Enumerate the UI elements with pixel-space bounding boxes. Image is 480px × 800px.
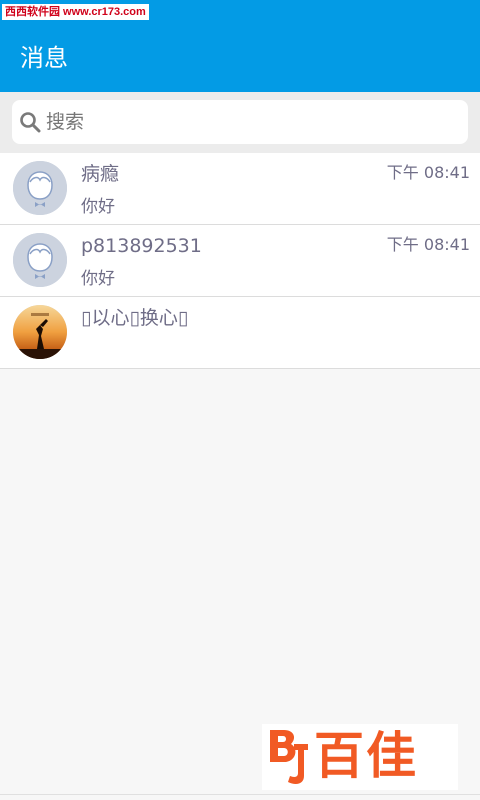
conversation-item[interactable]: p813892531 下午 08:41 你好 bbox=[0, 225, 480, 297]
default-avatar-icon bbox=[13, 233, 67, 287]
bottom-divider bbox=[0, 794, 480, 795]
contact-name: 病瘾 bbox=[81, 163, 120, 185]
search-box[interactable] bbox=[12, 100, 468, 144]
app-bar: 消息 bbox=[0, 24, 480, 92]
default-avatar-icon bbox=[13, 161, 67, 215]
conversation-list: 病瘾 下午 08:41 你好 p813892531 下午 08:41 你好 ▯以… bbox=[0, 153, 480, 369]
conversation-item[interactable]: 病瘾 下午 08:41 你好 bbox=[0, 153, 480, 225]
sunset-photo-avatar bbox=[13, 305, 67, 359]
message-preview: 你好 bbox=[81, 269, 115, 289]
message-preview: 你好 bbox=[81, 197, 115, 217]
bj-logo-icon bbox=[270, 730, 308, 784]
message-time: 下午 08:41 bbox=[386, 163, 470, 182]
contact-name: ▯以心▯换心▯ bbox=[81, 307, 189, 329]
search-input[interactable] bbox=[46, 100, 446, 144]
conversation-item[interactable]: ▯以心▯换心▯ bbox=[0, 297, 480, 369]
search-icon bbox=[20, 112, 41, 133]
watermark-logo: 百佳 bbox=[262, 724, 458, 790]
message-time: 下午 08:41 bbox=[386, 235, 470, 254]
watermark-text: 西西软件园 www.cr173.com bbox=[2, 4, 149, 20]
page-title: 消息 bbox=[20, 44, 68, 72]
search-area bbox=[0, 92, 480, 153]
logo-text: 百佳 bbox=[314, 727, 418, 785]
status-bar: 西西软件园 www.cr173.com bbox=[0, 0, 480, 24]
contact-name: p813892531 bbox=[81, 235, 202, 257]
